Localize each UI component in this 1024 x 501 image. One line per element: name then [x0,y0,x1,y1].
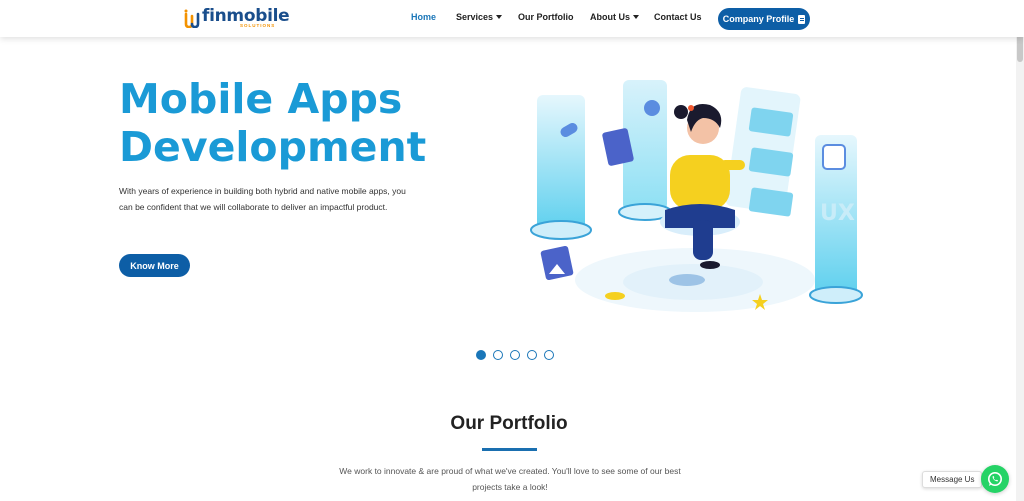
carousel-dot-1[interactable] [476,350,486,360]
company-profile-button[interactable]: Company Profile [718,8,810,30]
nav-services-label: Services [456,12,494,22]
chevron-down-icon [496,15,503,19]
svg-text:UX: UX [820,201,855,226]
page-scrollbar[interactable] [1016,0,1024,501]
carousel-dot-4[interactable] [527,350,537,360]
brand-logo[interactable]: finmobile SOLUTIONS [184,6,290,30]
carousel-dot-3[interactable] [510,350,520,360]
hero-title: Mobile Apps Development [119,75,449,171]
carousel-dot-2[interactable] [493,350,503,360]
message-us-label[interactable]: Message Us [922,471,983,488]
hero-illustration: UX [515,70,875,330]
portfolio-subtitle: We work to innovate & are proud of what … [339,466,681,492]
know-more-button[interactable]: Know More [119,254,190,277]
carousel-indicators [476,350,554,360]
hero-title-line2: Development [119,123,427,171]
portfolio-title: Our Portfolio [450,413,568,434]
logo-mark-icon [184,8,202,29]
nav-contact[interactable]: Contact Us [654,11,702,23]
whatsapp-icon [988,472,1002,486]
company-profile-label: Company Profile [722,14,795,24]
hero-title-line1: Mobile Apps [119,75,403,123]
nav-portfolio[interactable]: Our Portfolio [518,11,574,23]
chevron-down-icon [633,15,639,19]
brand-subtitle: SOLUTIONS [240,23,276,28]
nav-about-label: About Us [590,12,630,22]
portfolio-title-underline [482,448,537,451]
hero-description: With years of experience in building bot… [119,186,406,212]
nav-home[interactable]: Home [411,11,436,23]
document-icon [798,14,806,24]
carousel-dot-5[interactable] [544,350,554,360]
top-navbar: finmobile SOLUTIONS Home Services Our Po… [0,0,1024,37]
nav-about[interactable]: About Us [590,11,639,23]
nav-services[interactable]: Services [456,11,503,23]
whatsapp-button[interactable] [981,465,1009,493]
